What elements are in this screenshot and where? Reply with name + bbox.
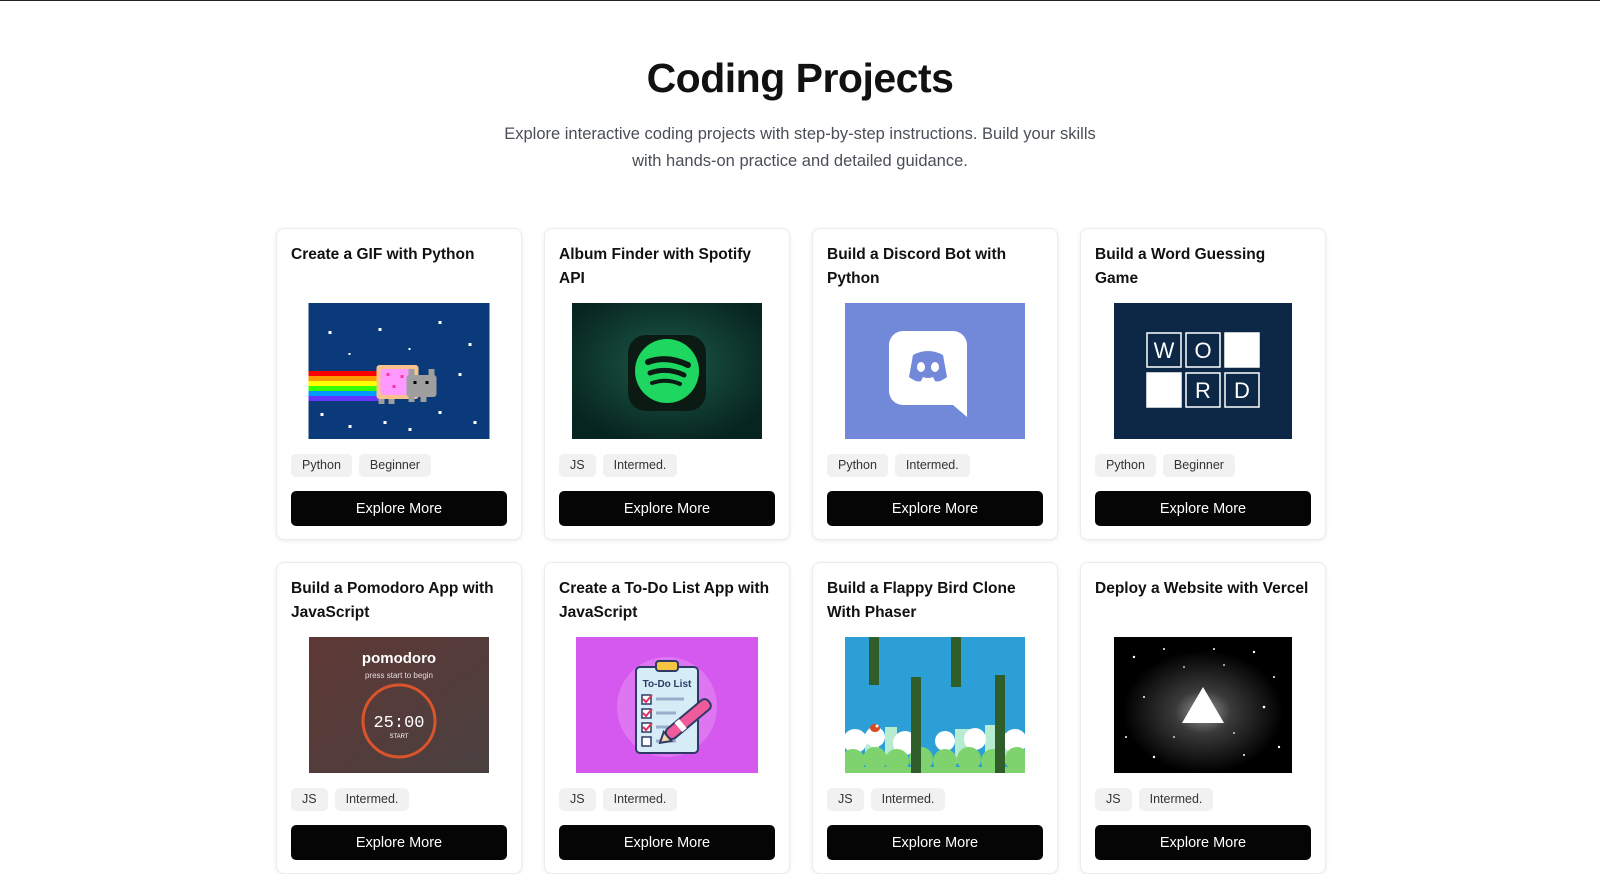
tag-list: JS Intermed. bbox=[559, 454, 678, 477]
page-subtitle: Explore interactive coding projects with… bbox=[475, 121, 1125, 175]
todo-clipboard-image: To-Do List bbox=[576, 637, 758, 773]
pomodoro-time: 25:00 bbox=[373, 714, 424, 733]
word-tile-letter: R bbox=[1195, 378, 1211, 403]
explore-more-button[interactable]: Explore More bbox=[559, 825, 775, 860]
level-tag: Beginner bbox=[1162, 454, 1235, 477]
tag-list: Python Beginner bbox=[1095, 454, 1235, 477]
explore-more-button[interactable]: Explore More bbox=[1095, 491, 1311, 526]
explore-more-button[interactable]: Explore More bbox=[827, 491, 1043, 526]
card-title: Build a Discord Bot with Python bbox=[827, 246, 1007, 287]
tag-list: JS Intermed. bbox=[827, 788, 946, 811]
subtitle-line-2: with hands-on practice and detailed guid… bbox=[632, 152, 968, 170]
spotify-logo-image bbox=[572, 303, 762, 439]
discord-logo-image bbox=[845, 303, 1025, 439]
level-tag: Beginner bbox=[358, 454, 431, 477]
card-title: Album Finder with Spotify API bbox=[559, 246, 752, 287]
project-card-discord-bot[interactable]: Build a Discord Bot with Python Python I… bbox=[812, 228, 1058, 540]
language-tag: JS bbox=[1095, 788, 1132, 811]
tag-list: JS Intermed. bbox=[1095, 788, 1214, 811]
word-tile-letter: W bbox=[1154, 338, 1175, 363]
nyan-cat-image bbox=[308, 303, 490, 439]
project-card-vercel[interactable]: Deploy a Website with Vercel JS Intermed… bbox=[1080, 562, 1326, 874]
explore-more-button[interactable]: Explore More bbox=[291, 825, 507, 860]
level-tag: Intermed. bbox=[602, 788, 678, 811]
language-tag: Python bbox=[827, 454, 888, 477]
language-tag: Python bbox=[291, 454, 352, 477]
pomodoro-hint: press start to begin bbox=[365, 671, 433, 680]
card-title: Deploy a Website with Vercel bbox=[1095, 580, 1309, 597]
level-tag: Intermed. bbox=[870, 788, 946, 811]
level-tag: Intermed. bbox=[894, 454, 970, 477]
language-tag: JS bbox=[559, 788, 596, 811]
pomodoro-start: START bbox=[389, 734, 408, 740]
project-card-todo[interactable]: Create a To-Do List App with JavaScript … bbox=[544, 562, 790, 874]
project-card-word-game[interactable]: Build a Word Guessing Game W O R D Pytho… bbox=[1080, 228, 1326, 540]
project-card-gif-python[interactable]: Create a GIF with Python Python Beginner… bbox=[276, 228, 522, 540]
project-card-pomodoro[interactable]: Build a Pomodoro App with JavaScript pom… bbox=[276, 562, 522, 874]
tag-list: Python Intermed. bbox=[827, 454, 970, 477]
level-tag: Intermed. bbox=[1138, 788, 1214, 811]
explore-more-button[interactable]: Explore More bbox=[559, 491, 775, 526]
card-title: Create a To-Do List App with JavaScript bbox=[559, 580, 770, 621]
word-tile-letter: D bbox=[1234, 378, 1250, 403]
language-tag: JS bbox=[559, 454, 596, 477]
hero-section: Coding Projects Explore interactive codi… bbox=[0, 1, 1600, 175]
card-title: Build a Pomodoro App with JavaScript bbox=[291, 580, 494, 621]
project-card-spotify[interactable]: Album Finder with Spotify API JS Interme… bbox=[544, 228, 790, 540]
pomodoro-timer-image: pomodoro press start to begin 25:00 STAR… bbox=[309, 637, 489, 773]
tag-list: JS Intermed. bbox=[291, 788, 410, 811]
flappy-bird-image bbox=[845, 637, 1025, 773]
card-title: Create a GIF with Python bbox=[291, 246, 475, 263]
word-tiles-image: W O R D bbox=[1114, 303, 1292, 439]
explore-more-button[interactable]: Explore More bbox=[827, 825, 1043, 860]
vercel-triangle-image bbox=[1114, 637, 1292, 773]
clipboard-label: To-Do List bbox=[643, 679, 692, 690]
language-tag: JS bbox=[827, 788, 864, 811]
pomodoro-app-name: pomodoro bbox=[362, 650, 436, 667]
tag-list: JS Intermed. bbox=[559, 788, 678, 811]
level-tag: Intermed. bbox=[334, 788, 410, 811]
tag-list: Python Beginner bbox=[291, 454, 431, 477]
card-title: Build a Word Guessing Game bbox=[1095, 246, 1266, 287]
page-title: Coding Projects bbox=[646, 55, 954, 101]
language-tag: Python bbox=[1095, 454, 1156, 477]
language-tag: JS bbox=[291, 788, 328, 811]
word-tile-letter: O bbox=[1194, 338, 1211, 363]
project-card-flappy-bird[interactable]: Build a Flappy Bird Clone With Phaser JS… bbox=[812, 562, 1058, 874]
projects-grid: Create a GIF with Python Python Beginner… bbox=[276, 228, 1326, 874]
level-tag: Intermed. bbox=[602, 454, 678, 477]
explore-more-button[interactable]: Explore More bbox=[1095, 825, 1311, 860]
subtitle-line-1: Explore interactive coding projects with… bbox=[504, 125, 1096, 143]
card-title: Build a Flappy Bird Clone With Phaser bbox=[827, 580, 1016, 621]
explore-more-button[interactable]: Explore More bbox=[291, 491, 507, 526]
